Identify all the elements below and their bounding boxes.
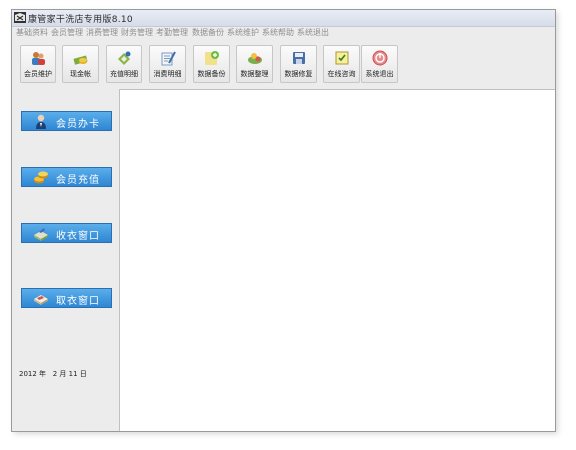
member-maintain-button[interactable]: 会员维护: [20, 45, 56, 83]
system-exit-label: 系统退出: [365, 70, 394, 78]
backup-icon: [204, 51, 219, 65]
recharge-icon: [118, 51, 131, 65]
consumption-detail-label: 消费明细: [153, 70, 182, 78]
organize-icon: [247, 53, 262, 64]
menu-system-exit[interactable]: 系统退出: [297, 27, 329, 38]
data-organize-label: 数据整理: [240, 70, 269, 78]
menu-finance-management[interactable]: 财务管理: [121, 27, 153, 38]
menu-system-help[interactable]: 系统帮助: [262, 27, 294, 38]
coins-icon: [34, 171, 48, 184]
system-exit-button[interactable]: 系统退出: [361, 45, 398, 83]
consult-icon: [335, 51, 348, 65]
recharge-detail-button[interactable]: 充值明细: [106, 45, 142, 83]
online-consult-label: 在线咨询: [327, 70, 356, 78]
data-backup-button[interactable]: 数据备份: [193, 45, 230, 83]
members-icon: [32, 52, 45, 65]
window-title: 康管家干洗店专用版8.10: [28, 15, 133, 25]
pickup-clothes-label: 取衣窗口: [56, 296, 100, 307]
data-organize-button[interactable]: 数据整理: [236, 45, 273, 83]
data-repair-label: 数据修复: [284, 70, 313, 78]
current-date: 2012 年 2 月 11 日: [19, 370, 87, 378]
recharge-detail-label: 充值明细: [110, 70, 138, 78]
menu-data-backup[interactable]: 数据备份: [192, 27, 224, 38]
repair-icon: [292, 52, 305, 64]
menu-consumption-management[interactable]: 消费管理: [86, 27, 118, 38]
consumption-icon: [161, 51, 176, 66]
main-window: 康管家干洗店专用版8.10 基础资料 会员管理 消费管理 财务管理 考勤管理 数…: [11, 9, 556, 432]
member-recharge-button[interactable]: 会员充值: [21, 167, 112, 187]
menu-system-maintenance[interactable]: 系统维护: [227, 27, 259, 38]
menu-attendance-management[interactable]: 考勤管理: [156, 27, 188, 38]
pickup-clothes-icon: [34, 295, 48, 305]
title-bar: 康管家干洗店专用版8.10: [12, 10, 555, 27]
consumption-detail-button[interactable]: 消费明细: [149, 45, 186, 83]
pickup-clothes-button[interactable]: 取衣窗口: [21, 288, 112, 308]
cash-icon: [72, 55, 88, 65]
exit-icon: [372, 50, 387, 66]
member-maintain-label: 会员维护: [24, 70, 52, 78]
content-area[interactable]: [119, 89, 555, 431]
toolbar: 会员维护 现金帐 充值明细 消费明细 数据备份 数据整理 数据修复 在线咨询 系…: [12, 40, 555, 86]
menu-bar: 基础资料 会员管理 消费管理 财务管理 考勤管理 数据备份 系统维护 系统帮助 …: [12, 27, 555, 39]
app-icon: [14, 12, 26, 23]
menu-member-management[interactable]: 会员管理: [51, 27, 83, 38]
member-recharge-label: 会员充值: [56, 175, 100, 186]
data-backup-label: 数据备份: [197, 70, 226, 78]
menu-basic-data[interactable]: 基础资料: [16, 27, 48, 38]
cash-account-label: 现金帐: [70, 70, 91, 78]
online-consult-button[interactable]: 在线咨询: [323, 45, 360, 83]
member-card-label: 会员办卡: [56, 119, 100, 130]
member-card-button[interactable]: 会员办卡: [21, 111, 112, 131]
receive-clothes-icon: [34, 228, 48, 241]
receive-clothes-button[interactable]: 收衣窗口: [21, 223, 112, 243]
receive-clothes-label: 收衣窗口: [56, 231, 100, 242]
member-card-icon: [36, 114, 46, 129]
cash-account-button[interactable]: 现金帐: [62, 45, 99, 83]
data-repair-button[interactable]: 数据修复: [280, 45, 317, 83]
